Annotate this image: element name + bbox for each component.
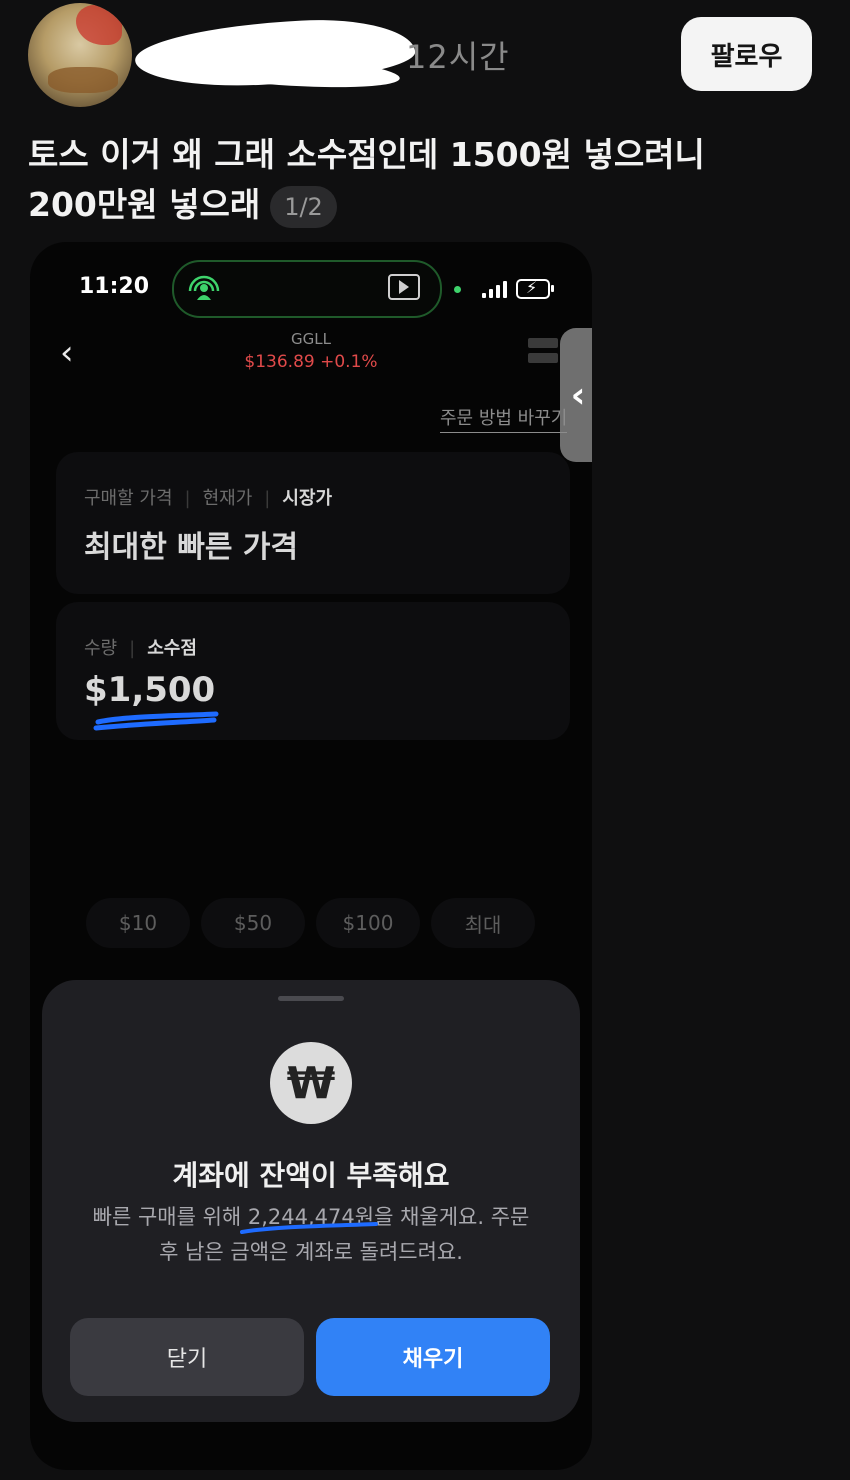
menu-icon[interactable]	[528, 338, 558, 368]
post-time: 12시간	[406, 38, 510, 76]
chevron-left-icon: ‹	[570, 374, 586, 416]
chip-100[interactable]: $100	[316, 898, 420, 948]
side-panel-handle[interactable]: ‹	[560, 328, 592, 462]
follow-button[interactable]: 팔로우	[681, 17, 812, 91]
change-order-method-link[interactable]: 주문 방법 바꾸기	[440, 404, 568, 433]
avatar[interactable]	[28, 3, 132, 107]
image-pager-badge: 1/2	[270, 185, 337, 228]
screen-mirror-icon	[388, 274, 420, 300]
quantity-tabs: 수량 | 소수점	[84, 638, 197, 659]
sheet-grabber[interactable]	[278, 996, 344, 1001]
tab-quantity[interactable]: 수량	[84, 638, 117, 659]
battery-icon: ⚡	[516, 278, 554, 299]
insufficient-balance-sheet: ₩ 계좌에 잔액이 부족해요 빠른 구매를 위해 2,244,474원을 채울게…	[42, 980, 580, 1422]
tab-market-price[interactable]: 시장가	[282, 488, 332, 509]
blue-underline-mark	[93, 711, 219, 731]
price-card[interactable]: 구매할 가격 | 현재가 | 시장가 최대한 빠른 가격	[56, 452, 570, 594]
post-text-line-1: 토스 이거 왜 그래 소수점인데 1500원 넣으려니	[28, 135, 705, 174]
tab-fractional[interactable]: 소수점	[147, 638, 197, 659]
stock-ticker: GGLL	[291, 330, 331, 348]
sheet-title: 계좌에 잔액이 부족해요	[172, 1159, 450, 1192]
price-tabs: 구매할 가격 | 현재가 | 시장가	[84, 488, 333, 509]
dynamic-island	[172, 260, 442, 318]
chip-10[interactable]: $10	[86, 898, 190, 948]
hotspot-person-icon	[188, 275, 220, 300]
tab-current-price[interactable]: 현재가	[203, 488, 253, 509]
post-text: 토스 이거 왜 그래 소수점인데 1500원 넣으려니 200만원 넣으래 1/2	[28, 130, 818, 230]
status-time: 11:20	[79, 274, 150, 299]
won-icon: ₩	[270, 1042, 352, 1124]
post-text-line-2: 200만원 넣으래	[28, 185, 261, 224]
close-button[interactable]: 닫기	[70, 1318, 304, 1396]
stock-price: $136.89 +0.1%	[244, 352, 378, 372]
signal-icon	[482, 280, 512, 298]
chip-50[interactable]: $50	[201, 898, 305, 948]
attached-screenshot[interactable]: 11:20 ⚡ ‹ GGLL $136.89 +0.1% ‹ 주문 방법 바꾸기…	[30, 242, 592, 1470]
chip-max[interactable]: 최대	[431, 898, 535, 948]
blue-underline-mark-2	[240, 1222, 378, 1234]
tab-buy-price[interactable]: 구매할 가격	[84, 488, 173, 509]
privacy-dot-icon	[454, 286, 461, 293]
price-value: 최대한 빠른 가격	[84, 530, 299, 565]
fill-button[interactable]: 채우기	[316, 1318, 550, 1396]
